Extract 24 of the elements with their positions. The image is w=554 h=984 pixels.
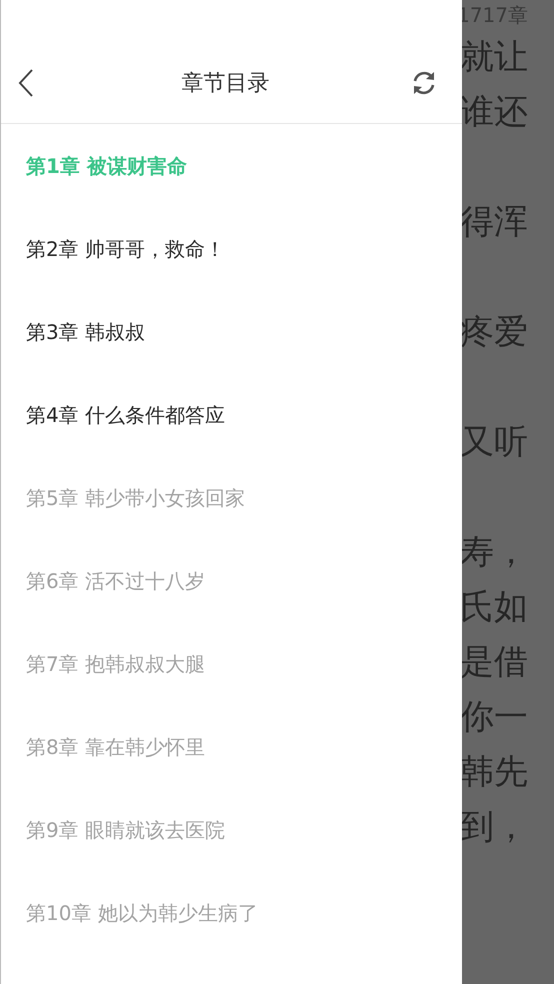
chapter-item[interactable]: 第3章 韩叔叔: [1, 290, 462, 373]
reader-text-line: 就让: [460, 36, 528, 79]
reader-text-line: 又听: [460, 421, 528, 464]
refresh-icon: [411, 70, 437, 96]
reader-text-line: 是借: [460, 641, 528, 684]
chapter-item[interactable]: 第6章 活不过十八岁: [1, 539, 462, 622]
reader-text-line: 韩先: [460, 751, 528, 794]
chapter-item[interactable]: 第9章 眼睛就该去医院: [1, 788, 462, 871]
chapter-item[interactable]: 第5章 韩少带小女孩回家: [1, 456, 462, 539]
chapter-item[interactable]: 第2章 帅哥哥，救命！: [1, 207, 462, 290]
reader-text-line: 你一: [460, 696, 528, 739]
back-icon: [17, 68, 35, 98]
drawer-title: 章节目录: [180, 70, 270, 98]
reader-text-line: 谁还: [460, 91, 528, 134]
chapter-item[interactable]: 第8章 靠在韩少怀里: [1, 705, 462, 788]
chapter-item[interactable]: 第10章 她以为韩少生病了: [1, 871, 462, 954]
chapter-item[interactable]: 第1章 被谋财害命: [1, 124, 462, 207]
reader-text-line: 寿，: [460, 531, 528, 574]
reader-text-line: 氏如: [460, 586, 528, 629]
chapter-item[interactable]: 第4章 什么条件都答应: [1, 373, 462, 456]
reader-text-line: 到，: [460, 806, 528, 849]
chapter-item[interactable]: 第7章 抱韩叔叔大腿: [1, 622, 462, 705]
reader-text-line: 疼爱: [460, 311, 528, 354]
reader-text-line: 得浑: [460, 201, 528, 244]
